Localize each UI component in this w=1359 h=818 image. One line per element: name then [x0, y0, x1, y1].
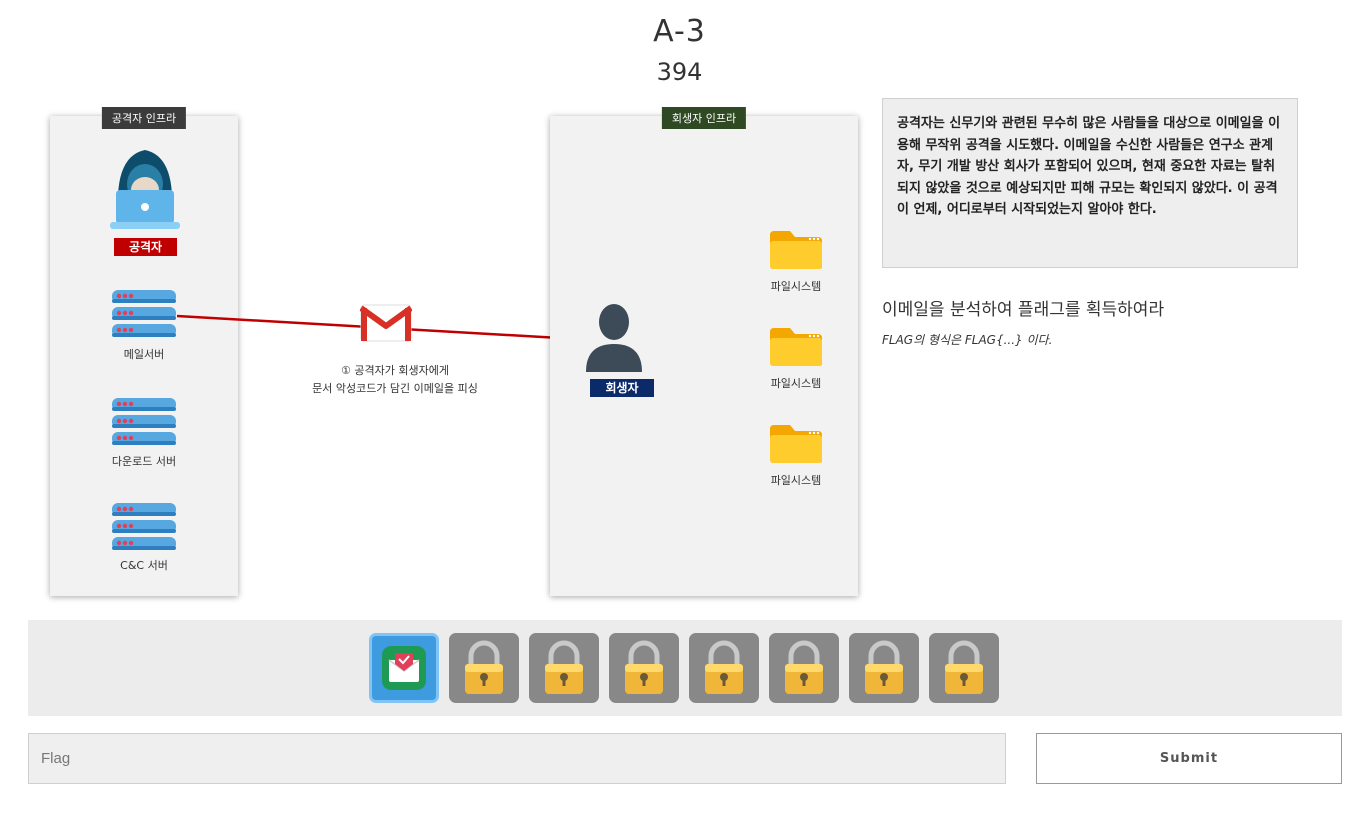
download-server-label: 다운로드 서버: [111, 455, 177, 468]
gmail-icon: [360, 304, 412, 342]
victim-infra-tag: 회생자 인프라: [661, 107, 747, 129]
attack-caption-line2: 문서 악성코드가 담긴 이메일을 피싱: [312, 382, 478, 395]
flag-input[interactable]: [28, 733, 1006, 784]
stage-2-button[interactable]: [449, 633, 519, 703]
cnc-server-icon: [112, 503, 176, 550]
challenge-score: 394: [656, 58, 703, 86]
folder-icon: [770, 231, 822, 269]
attacker-badge: 공격자: [114, 238, 177, 256]
cnc-server-label: C&C 서버: [120, 559, 168, 572]
victim-infra-panel: 회생자 인프라 회생자 파일시스템 파일시스템 파일시스템: [550, 107, 858, 596]
victim-badge: 회생자: [590, 379, 654, 397]
attack-caption-line1: ① 공격자가 회생자에게: [341, 364, 449, 377]
challenge-title: A-3: [653, 14, 706, 49]
filesystem-label-1: 파일시스템: [770, 280, 822, 293]
filesystem-label-2: 파일시스템: [770, 377, 822, 390]
padlock-icon: [865, 640, 903, 694]
stage-5-button[interactable]: [689, 633, 759, 703]
stage-1-button[interactable]: [369, 633, 439, 703]
download-server-icon: [112, 398, 176, 445]
padlock-icon: [785, 640, 823, 694]
stage-3-button[interactable]: [529, 633, 599, 703]
envelope-icon: [382, 646, 426, 690]
padlock-icon: [945, 640, 983, 694]
flag-format-note: FLAG의 형식은 FLAG{...} 이다.: [882, 333, 1053, 347]
attacker-infra-tag: 공격자 인프라: [101, 107, 187, 129]
folder-icon: [770, 425, 822, 463]
task-instruction: 이메일을 분석하여 플래그를 획득하여라: [882, 300, 1165, 320]
hacker-icon: [110, 150, 180, 229]
mail-server-label: 메일서버: [123, 348, 165, 361]
padlock-icon: [545, 640, 583, 694]
filesystem-label-3: 파일시스템: [770, 474, 822, 487]
folder-icon: [770, 328, 822, 366]
padlock-icon: [625, 640, 663, 694]
mail-server-icon: [112, 290, 176, 337]
attacker-infra-panel: 공격자 인프라 공격자 메일서버 다운로드 서버 C&C 서버: [50, 107, 238, 596]
padlock-icon: [465, 640, 503, 694]
padlock-icon: [705, 640, 743, 694]
stage-bar: [28, 620, 1342, 716]
stage-6-button[interactable]: [769, 633, 839, 703]
submit-button[interactable]: Submit: [1036, 733, 1342, 784]
stage-8-button[interactable]: [929, 633, 999, 703]
scenario-description: 공격자는 신무기와 관련된 무수히 많은 사람들을 대상으로 이메일을 이용해 …: [882, 98, 1298, 268]
stage-4-button[interactable]: [609, 633, 679, 703]
stage-7-button[interactable]: [849, 633, 919, 703]
victim-person-icon: [586, 304, 642, 372]
